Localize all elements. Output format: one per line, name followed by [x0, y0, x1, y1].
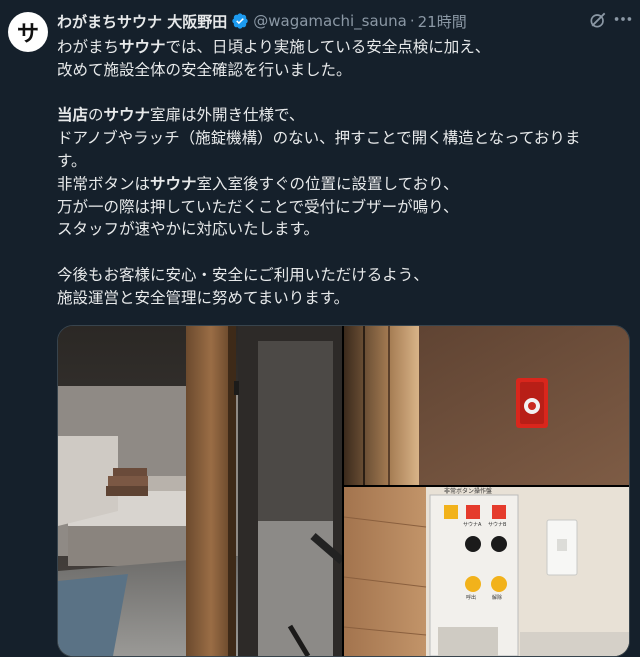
- panel-lamp-label-a: サウナA: [463, 522, 482, 528]
- post-line: 非常ボタンはサウナ室入室後すぐの位置に設置しており、: [57, 174, 459, 193]
- photo-sauna-room[interactable]: [58, 326, 342, 656]
- verified-badge-icon: [232, 13, 248, 29]
- alarm-wall-image: [344, 326, 629, 485]
- post-line: 施設運営と安全管理に努めてまいります。: [57, 288, 350, 307]
- post-line: す。: [57, 151, 87, 170]
- post-line-blank: [57, 82, 622, 105]
- control-panel-image: [344, 487, 629, 656]
- post-line: 当店のサウナ室扉は外開き仕様で、: [57, 106, 305, 125]
- avatar-glyph: サ: [16, 22, 39, 47]
- media-grid: 非常ボタン操作盤 サウナA サウナB 呼出 解除: [57, 325, 630, 657]
- post-line: 今後もお客様に安心・安全にご利用いただけるよう、: [57, 265, 429, 284]
- panel-button-label-call: 呼出: [466, 595, 477, 601]
- author-name[interactable]: わがまちサウナ 大阪野田: [57, 11, 227, 32]
- post-line: わがまちサウナでは、日頃より実施している安全点検に加え、: [57, 38, 491, 56]
- post-line: 万が一の際は押していただくことで受付にブザーが鳴り、: [57, 197, 459, 216]
- photo-alarm-wall[interactable]: [344, 326, 629, 485]
- post-time[interactable]: 21時間: [418, 11, 467, 32]
- author-handle[interactable]: @wagamachi_sauna: [253, 12, 407, 30]
- post-text: わがまちサウナでは、日頃より実施している安全点検に加え、 改めて施設全体の安全確…: [57, 36, 622, 310]
- post-line: スタッフが速やかに対応いたします。: [57, 220, 319, 239]
- avatar[interactable]: サ: [8, 12, 48, 52]
- panel-label: 非常ボタン操作盤: [444, 488, 493, 495]
- post-line-blank: [57, 241, 622, 264]
- panel-lamp-label-b: サウナB: [488, 522, 507, 528]
- sauna-room-image: [58, 326, 342, 656]
- panel-button-label-reset: 解除: [492, 595, 503, 601]
- separator-dot: ·: [409, 12, 415, 30]
- post-line: 改めて施設全体の安全確認を行いました。: [57, 60, 352, 79]
- photo-control-panel[interactable]: 非常ボタン操作盤 サウナA サウナB 呼出 解除: [344, 487, 629, 656]
- grok-icon[interactable]: [588, 10, 608, 30]
- post-line: ドアノブやラッチ（施錠機構）のない、押すことで開く構造となっておりま: [57, 129, 581, 148]
- post-header: わがまちサウナ 大阪野田 @wagamachi_sauna · 21時間: [57, 10, 630, 32]
- more-icon[interactable]: [612, 8, 634, 30]
